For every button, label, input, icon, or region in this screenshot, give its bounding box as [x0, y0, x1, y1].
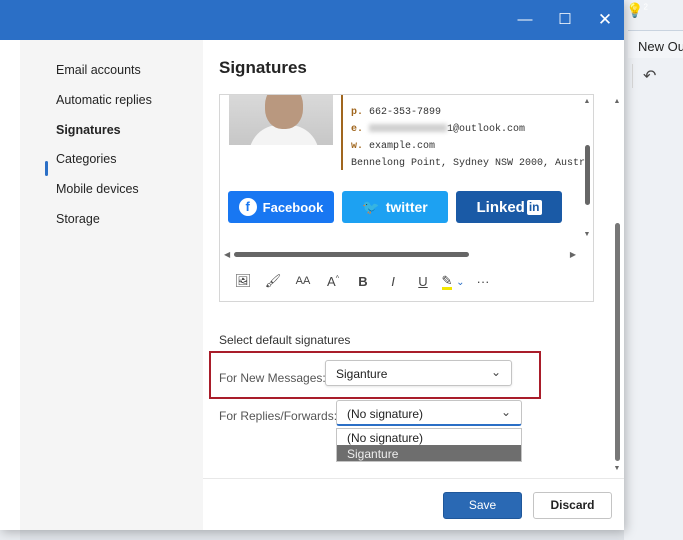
- dropdown-option[interactable]: Siganture: [337, 445, 521, 461]
- replies-forwards-label: For Replies/Forwards:: [219, 409, 338, 423]
- facebook-button[interactable]: f Facebook: [228, 191, 334, 223]
- settings-dialog: — ☐ ✕ Email accounts Automatic replies S…: [0, 0, 624, 530]
- signatures-content: Signatures p. 662-353-7899 e. 1@outlook.co…: [203, 40, 624, 530]
- signature-editor[interactable]: p. 662-353-7899 e. 1@outlook.com w. example…: [219, 94, 594, 302]
- highlight-icon[interactable]: ✎ ⌄: [438, 273, 468, 290]
- chevron-down-icon: ⌄: [490, 365, 501, 379]
- grow-font-icon[interactable]: A^: [318, 274, 348, 289]
- dialog-titlebar: — ☐ ✕: [0, 0, 624, 40]
- more-options-icon[interactable]: ···: [468, 274, 498, 289]
- close-icon[interactable]: ✕: [590, 8, 620, 32]
- facebook-icon: f: [238, 198, 257, 216]
- bold-icon[interactable]: B: [348, 274, 378, 289]
- nav-item-mobile-devices[interactable]: Mobile devices: [56, 182, 139, 196]
- italic-icon[interactable]: I: [378, 274, 408, 289]
- underline-icon[interactable]: U: [408, 274, 438, 289]
- editor-horizontal-scrollbar[interactable]: ◀ ▶: [224, 250, 576, 260]
- new-messages-select[interactable]: Siganture ⌄: [325, 360, 512, 386]
- notification-count: 2: [643, 2, 648, 12]
- save-button[interactable]: Save: [443, 492, 522, 519]
- twitter-button[interactable]: 🐦 twitter: [342, 191, 448, 223]
- nav-item-categories[interactable]: Categories: [56, 152, 116, 166]
- default-signatures-heading: Select default signatures: [219, 333, 351, 347]
- format-toolbar: 🖼 🖌 AA A^ B I U ✎ ⌄ ···: [228, 269, 498, 293]
- maximize-icon[interactable]: ☐: [550, 8, 580, 32]
- chevron-down-icon: ⌄: [500, 405, 511, 419]
- linkedin-button[interactable]: Linked in: [456, 191, 562, 223]
- replies-forwards-value: (No signature): [347, 407, 424, 421]
- signature-divider: [341, 95, 343, 170]
- insert-image-icon[interactable]: 🖼: [228, 273, 258, 289]
- footer-divider: [203, 478, 624, 479]
- replies-forwards-dropdown: (No signature) Siganture: [336, 428, 522, 462]
- settings-nav: Email accounts Automatic replies Signatu…: [20, 40, 203, 530]
- replies-forwards-select[interactable]: (No signature) ⌄: [336, 400, 522, 426]
- font-size-icon[interactable]: AA: [288, 275, 318, 287]
- nav-active-indicator: [45, 161, 48, 176]
- nav-item-automatic-replies[interactable]: Automatic replies: [56, 93, 152, 107]
- minimize-icon[interactable]: —: [510, 8, 540, 32]
- signature-web-line: w. example.com: [351, 141, 436, 152]
- nav-item-signatures[interactable]: Signatures: [56, 123, 121, 137]
- signature-address-line: Bennelong Point, Sydney NSW 2000, Austr: [351, 158, 586, 169]
- background-new-outlook-tab[interactable]: New Out: [628, 30, 683, 58]
- signature-photo: [229, 95, 333, 145]
- page-title: Signatures: [219, 58, 307, 77]
- new-messages-label: For New Messages:: [219, 371, 326, 385]
- lightbulb-icon[interactable]: 💡2: [626, 2, 648, 19]
- nav-item-storage[interactable]: Storage: [56, 212, 100, 226]
- discard-button[interactable]: Discard: [533, 492, 612, 519]
- dropdown-option[interactable]: (No signature): [337, 429, 521, 445]
- signature-phone-line: p. 662-353-7899: [351, 107, 442, 118]
- nav-item-email-accounts[interactable]: Email accounts: [56, 63, 141, 77]
- signature-email-line: e. 1@outlook.com: [351, 124, 526, 135]
- format-painter-icon[interactable]: 🖌: [258, 273, 288, 289]
- undo-icon[interactable]: ↶: [632, 64, 680, 88]
- content-vertical-scrollbar[interactable]: ▲ ▼: [613, 98, 621, 476]
- new-messages-value: Siganture: [336, 367, 388, 381]
- editor-vertical-scrollbar[interactable]: ▲ ▼: [583, 98, 591, 248]
- twitter-icon: 🐦: [362, 198, 380, 215]
